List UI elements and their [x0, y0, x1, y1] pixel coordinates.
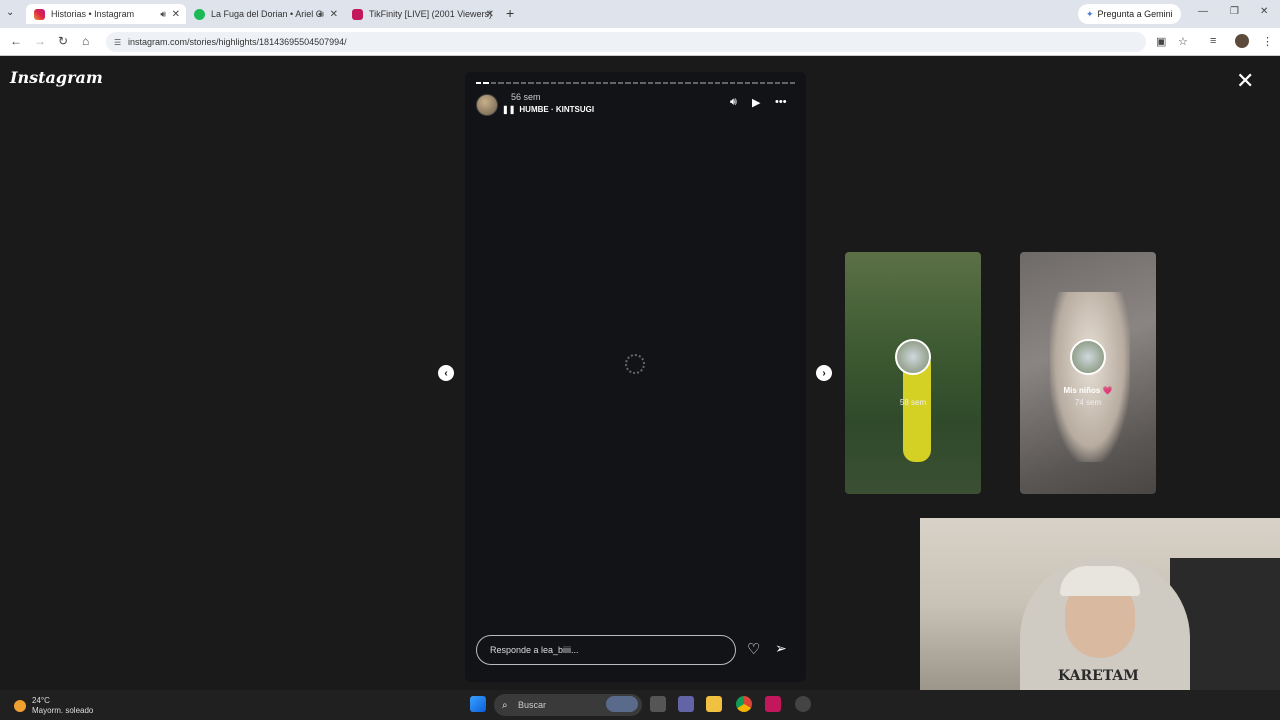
- spotify-favicon-icon: [194, 8, 205, 20]
- chrome-icon[interactable]: [736, 696, 752, 712]
- more-options-icon[interactable]: •••: [775, 96, 787, 108]
- url-field[interactable]: ☰ instagram.com/stories/highlights/18143…: [106, 32, 1146, 52]
- reply-input[interactable]: Responde a lea_biiii...: [476, 635, 736, 665]
- instagram-favicon-icon: [34, 8, 45, 20]
- media-controls-icon[interactable]: ≡: [1210, 35, 1216, 47]
- cast-icon[interactable]: ▣: [1156, 35, 1166, 48]
- search-icon: ⌕: [502, 699, 508, 711]
- tab-search-icon[interactable]: ⌄: [6, 7, 14, 18]
- weather-condition: Mayorm. soleado: [32, 706, 94, 715]
- tab-title: La Fuga del Dorian • Ariel C: [211, 9, 323, 19]
- close-tab-icon[interactable]: ✕: [172, 9, 180, 20]
- tikfinity-favicon-icon: [352, 8, 363, 20]
- tab-title: Historias • Instagram: [51, 9, 135, 19]
- windows-taskbar: 24°C Mayorm. soleado ⌕ Buscar: [0, 690, 1280, 720]
- tab-tikfinity[interactable]: TikFinity [LIVE] (2001 Viewers) ✕: [344, 4, 500, 24]
- close-tab-icon[interactable]: ✕: [330, 9, 338, 20]
- highlight-time: 58 sem: [899, 398, 927, 407]
- highlight-title: Mis niños 💗: [1063, 386, 1113, 395]
- obs-icon[interactable]: [795, 696, 811, 712]
- address-bar-row: ← → ↻ ⌂ ☰ instagram.com/stories/highligh…: [0, 28, 1280, 56]
- audio-icon[interactable]: 🔊︎: [160, 9, 166, 20]
- search-highlight-icon: [606, 696, 638, 712]
- forward-icon[interactable]: →: [34, 34, 46, 48]
- minimize-icon[interactable]: —: [1198, 6, 1208, 17]
- story-music-label[interactable]: ❚❚ HUMBE · KINTSUGI: [502, 105, 594, 114]
- close-stories-icon[interactable]: ✕: [1236, 70, 1254, 92]
- reload-icon[interactable]: ↻: [58, 34, 68, 48]
- story-author-avatar[interactable]: [476, 94, 498, 116]
- tab-title: TikFinity [LIVE] (2001 Viewers): [369, 9, 493, 19]
- reply-placeholder: Responde a lea_biiii...: [490, 645, 579, 655]
- gemini-icon: ✦: [1086, 8, 1094, 19]
- browser-tab-strip: ⌄ Historias • Instagram 🔊︎ ✕ La Fuga del…: [0, 0, 1280, 28]
- like-heart-icon[interactable]: ♡: [747, 640, 760, 658]
- gemini-button[interactable]: ✦ Pregunta a Gemini: [1078, 4, 1181, 24]
- next-highlight-card[interactable]: 58 sem: [845, 252, 981, 494]
- music-bars-icon: ❚❚: [502, 105, 516, 114]
- highlight-avatar: [1070, 339, 1106, 375]
- webcam-overlay: KARETAM: [920, 518, 1280, 690]
- teams-icon[interactable]: [678, 696, 694, 712]
- sunny-weather-icon: [14, 700, 26, 712]
- play-icon[interactable]: ▶: [752, 96, 760, 109]
- new-tab-button[interactable]: +: [506, 5, 514, 21]
- close-tab-icon[interactable]: ✕: [486, 9, 494, 20]
- gemini-label: Pregunta a Gemini: [1097, 9, 1173, 19]
- bookmark-star-icon[interactable]: ☆: [1178, 35, 1188, 48]
- back-icon[interactable]: ←: [10, 34, 22, 48]
- streamer-cap: [1060, 566, 1140, 596]
- tab-instagram[interactable]: Historias • Instagram 🔊︎ ✕: [26, 4, 186, 24]
- search-label: Buscar: [518, 700, 547, 710]
- tab-spotify[interactable]: La Fuga del Dorian • Ariel C 🔊︎ ✕: [186, 4, 344, 24]
- file-explorer-icon[interactable]: [706, 696, 722, 712]
- menu-kebab-icon[interactable]: ⋮: [1262, 35, 1273, 48]
- previous-story-button[interactable]: ‹: [438, 365, 454, 381]
- restore-icon[interactable]: ❐: [1230, 6, 1239, 17]
- music-title: HUMBE · KINTSUGI: [519, 105, 595, 114]
- story-progress-bar: [476, 82, 796, 84]
- volume-icon[interactable]: 🔊︎: [730, 96, 737, 109]
- window-close-icon[interactable]: ✕: [1260, 6, 1268, 17]
- site-info-icon[interactable]: ☰: [114, 38, 121, 47]
- url-text: instagram.com/stories/highlights/1814369…: [128, 37, 347, 47]
- audio-icon[interactable]: 🔊︎: [318, 9, 324, 20]
- task-view-icon[interactable]: [650, 696, 666, 712]
- send-icon[interactable]: ➢: [775, 640, 787, 657]
- weather-widget[interactable]: 24°C Mayorm. soleado: [14, 696, 93, 716]
- profile-avatar[interactable]: [1235, 34, 1249, 48]
- highlight-avatar: [895, 339, 931, 375]
- story-timestamp: 56 sem: [511, 92, 541, 102]
- home-icon[interactable]: ⌂: [82, 34, 89, 48]
- temperature: 24°C: [32, 696, 50, 705]
- next-highlight-card[interactable]: Mis niños 💗 74 sem: [1020, 252, 1156, 494]
- loading-spinner-icon: [625, 354, 645, 374]
- highlight-time: 74 sem: [1074, 398, 1102, 407]
- instagram-logo[interactable]: Instagram: [10, 68, 103, 87]
- tikfinity-icon[interactable]: [765, 696, 781, 712]
- windows-start-icon[interactable]: [470, 696, 486, 712]
- story-viewer[interactable]: 56 sem ❚❚ HUMBE · KINTSUGI 🔊︎ ▶ ••• Resp…: [465, 72, 806, 682]
- shirt-print: KARETAM: [1058, 668, 1139, 684]
- highlight-preview-image: [1050, 292, 1130, 462]
- next-story-button[interactable]: ›: [816, 365, 832, 381]
